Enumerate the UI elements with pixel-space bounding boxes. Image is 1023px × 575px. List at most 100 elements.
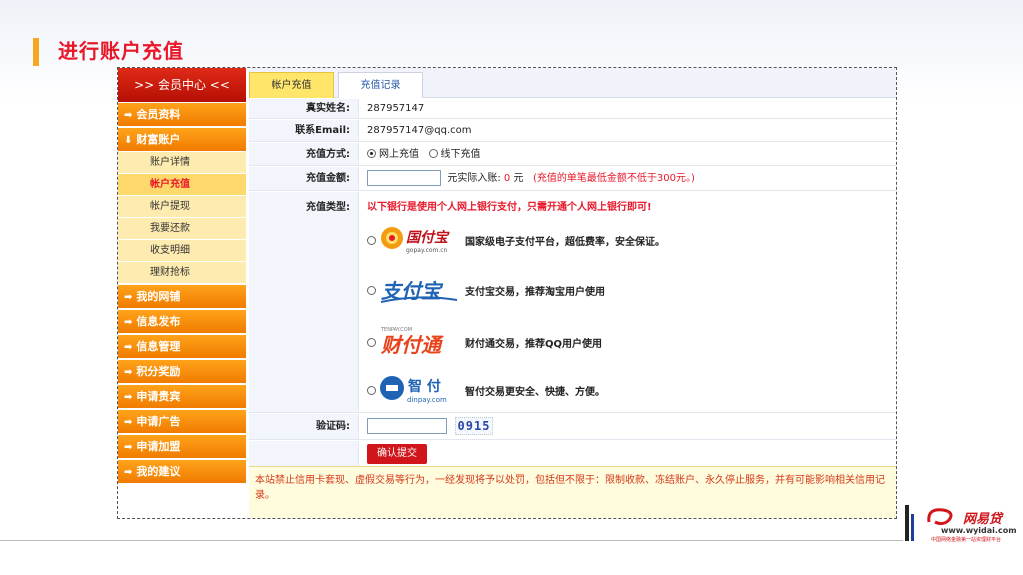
main-content: 帐户充值 充值记录 真实姓名: 287957147 联系Email: 28795… xyxy=(249,68,896,518)
row-real-name: 真实姓名: 287957147 xyxy=(249,99,896,119)
sidebar-item-15[interactable]: ➡ 我的建议 xyxy=(118,460,246,484)
sidebar-item-label: 申请广告 xyxy=(136,415,181,428)
sidebar-item-3[interactable]: 帐户充值 xyxy=(118,174,246,196)
arrow-right-icon: ➡ xyxy=(124,110,133,121)
arrow-right-icon: ➡ xyxy=(124,442,133,453)
sidebar-item-label: 信息发布 xyxy=(136,315,181,328)
dinpay-desc: 智付交易更安全、快捷、方便。 xyxy=(465,386,605,398)
email-value: 287957147@qq.com xyxy=(367,125,472,136)
sidebar-header: >> 会员中心 << xyxy=(118,68,246,102)
gopay-logo-text: 国付宝 xyxy=(406,229,450,246)
sidebar-item-label: 帐户提现 xyxy=(150,201,190,212)
sidebar-item-0[interactable]: ➡ 会员资料 xyxy=(118,103,246,127)
amount-hint: (充值的单笔最低金额不低于300元。) xyxy=(533,173,695,184)
sidebar-item-9[interactable]: ➡ 信息发布 xyxy=(118,310,246,334)
pay-option-alipay[interactable]: 支付宝 支付宝交易，推荐淘宝用户使用 xyxy=(367,270,605,310)
arrow-right-icon: ➡ xyxy=(124,292,133,303)
dinpay-logo-text: 智 付 xyxy=(407,378,441,395)
radio-offline[interactable] xyxy=(428,149,438,158)
sidebar-item-6[interactable]: 收支明细 xyxy=(118,240,246,262)
pay-option-dinpay[interactable]: 智 付 dinpay.com 智付交易更安全、快捷、方便。 xyxy=(367,370,605,410)
sidebar-item-5[interactable]: 我要还款 xyxy=(118,218,246,240)
sidebar-item-label: 收支明细 xyxy=(150,245,190,256)
radio-gopay[interactable] xyxy=(367,235,376,245)
sidebar-item-label: 理财抢标 xyxy=(150,267,190,278)
method-offline-label: 线下充值 xyxy=(440,149,481,160)
radio-tenpay[interactable] xyxy=(367,337,376,347)
sidebar-item-label: 积分奖励 xyxy=(136,365,181,378)
sidebar-item-4[interactable]: 帐户提现 xyxy=(118,196,246,218)
captcha-input[interactable] xyxy=(367,418,447,434)
submit-button[interactable]: 确认提交 xyxy=(367,444,427,464)
arrow-right-icon: ➡ xyxy=(124,367,133,378)
gopay-desc: 国家级电子支付平台，超低费率，安全保证。 xyxy=(465,236,665,248)
row-method: 充值方式: 网上充值 线下充值 xyxy=(249,143,896,166)
sidebar-item-1[interactable]: ⬇ 财富账户 xyxy=(118,128,246,152)
footer-divider xyxy=(0,540,903,541)
arrow-right-icon: ➡ xyxy=(124,392,133,403)
brand-name: 网易贷 xyxy=(963,512,1003,527)
sidebar-item-label: 我的网铺 xyxy=(136,290,181,303)
sidebar-item-label: 账户详情 xyxy=(150,157,190,168)
brand-url: www.wyidai.com xyxy=(941,526,1017,535)
sidebar-item-label: 信息管理 xyxy=(136,340,181,353)
gopay-logo-sub: gopay.com.cn xyxy=(406,247,448,254)
brand-bar2-icon xyxy=(911,514,914,541)
sidebar-item-label: 会员资料 xyxy=(136,108,181,121)
alipay-logo-icon: 支付宝 xyxy=(379,272,461,308)
actual-prefix: 元实际入账: xyxy=(447,173,501,184)
sidebar-item-label: 我要还款 xyxy=(150,223,190,234)
sidebar-item-10[interactable]: ➡ 信息管理 xyxy=(118,335,246,359)
sidebar-item-12[interactable]: ➡ 申请贵宾 xyxy=(118,385,246,409)
captcha-area: 0915 xyxy=(367,414,493,440)
sidebar-item-13[interactable]: ➡ 申请广告 xyxy=(118,410,246,434)
brand-swoosh-icon xyxy=(927,508,953,526)
sidebar-item-14[interactable]: ➡ 申请加盟 xyxy=(118,435,246,459)
method-online-label: 网上充值 xyxy=(379,149,419,160)
radio-online[interactable] xyxy=(367,149,376,158)
sidebar-item-7[interactable]: 理财抢标 xyxy=(118,262,246,284)
actual-unit: 元 xyxy=(513,173,524,184)
sidebar: >> 会员中心 << ➡ 会员资料 ⬇ 财富账户 账户详情 帐户充值 帐户提现 我要还款 收支明… xyxy=(118,68,246,518)
type-label: 充值类型: xyxy=(249,192,359,412)
tab-records[interactable]: 充值记录 xyxy=(338,72,423,98)
sidebar-item-label: 帐户充值 xyxy=(150,179,190,190)
arrow-right-icon: ➡ xyxy=(124,342,133,353)
row-email: 联系Email: 287957147@qq.com xyxy=(249,120,896,142)
sidebar-item-8[interactable]: ➡ 我的网铺 xyxy=(118,285,246,309)
row-amount: 充值金额: 元实际入账: 0 元 (充值的单笔最低金额不低于300元。) xyxy=(249,167,896,191)
row-type: 充值类型: 以下银行是使用个人网上银行支付，只需开通个人网上银行即可! 国付宝 … xyxy=(249,192,896,413)
tab-recharge[interactable]: 帐户充值 xyxy=(249,72,334,98)
captcha-label: 验证码: xyxy=(249,414,359,439)
pay-option-tenpay[interactable]: TENPAY.COM 财付通 财付通交易，推荐QQ用户使用 xyxy=(367,322,602,362)
arrow-right-icon: ➡ xyxy=(124,467,133,478)
notice-text: 本站禁止信用卡套现、虚假交易等行为，一经发现将予以处罚，包括但不限于：限制收款、… xyxy=(249,466,896,518)
dinpay-logo-icon: 智 付 dinpay.com xyxy=(379,372,461,408)
amount-label: 充值金额: xyxy=(249,167,359,190)
gopay-logo-icon: 国付宝 gopay.com.cn xyxy=(379,222,461,258)
amount-input[interactable] xyxy=(367,170,441,186)
sidebar-item-11[interactable]: ➡ 积分奖励 xyxy=(118,360,246,384)
method-label: 充值方式: xyxy=(249,143,359,165)
tab-bar: 帐户充值 充值记录 xyxy=(249,68,896,98)
pay-option-gopay[interactable]: 国付宝 gopay.com.cn 国家级电子支付平台，超低费率，安全保证。 xyxy=(367,220,665,260)
captcha-image[interactable]: 0915 xyxy=(455,417,493,435)
real-name-label: 真实姓名: xyxy=(249,99,359,118)
radio-dinpay[interactable] xyxy=(367,385,376,395)
brand-bar-icon xyxy=(905,505,909,541)
brand-tagline: 中国网络金融第一站资理财平台 xyxy=(931,537,1002,543)
title-accent-bar xyxy=(33,38,39,66)
submit-label-cell xyxy=(249,441,359,466)
arrow-right-icon: ➡ xyxy=(124,417,133,428)
email-label: 联系Email: xyxy=(249,120,359,141)
arrow-down-icon: ⬇ xyxy=(124,135,133,146)
sidebar-item-label: 财富账户 xyxy=(136,133,181,146)
tenpay-logo-icon: TENPAY.COM 财付通 xyxy=(379,324,461,360)
amount-area: 元实际入账: 0 元 (充值的单笔最低金额不低于300元。) xyxy=(367,167,695,191)
page-title: 进行账户充值 xyxy=(58,39,184,63)
tenpay-desc: 财付通交易，推荐QQ用户使用 xyxy=(465,338,603,350)
radio-alipay[interactable] xyxy=(367,285,376,295)
sidebar-item-2[interactable]: 账户详情 xyxy=(118,152,246,174)
method-options: 网上充值 线下充值 xyxy=(367,143,481,166)
arrow-right-icon: ➡ xyxy=(124,317,133,328)
